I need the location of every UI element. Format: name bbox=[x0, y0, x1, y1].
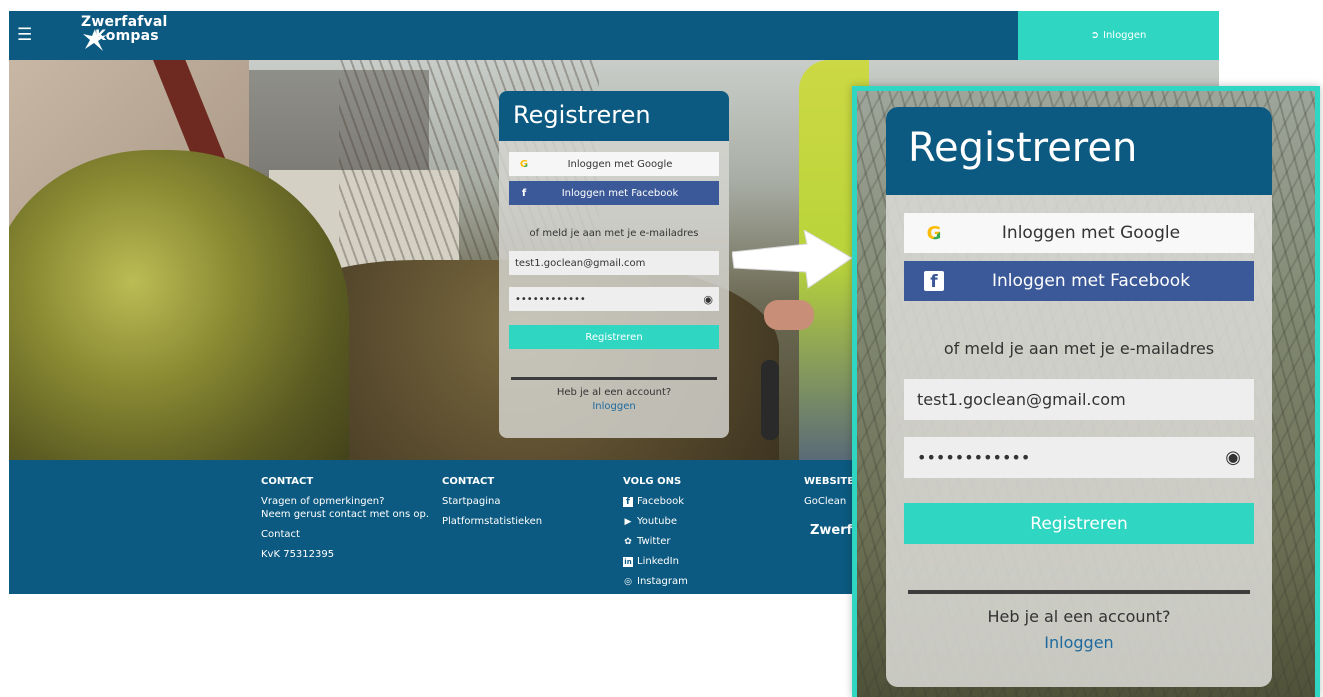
twitter-label: Twitter bbox=[637, 536, 671, 547]
callout-arrow-icon bbox=[732, 230, 852, 289]
instagram-label: Instagram bbox=[637, 576, 688, 587]
zoom-callout: Registreren G Inloggen met Google f Inlo… bbox=[852, 86, 1320, 697]
password-value: •••••••••••• bbox=[515, 293, 586, 305]
youtube-label: Youtube bbox=[637, 516, 677, 527]
google-login-label: Inloggen met Google bbox=[567, 158, 673, 170]
divider bbox=[511, 377, 717, 380]
footer-heading-contact: CONTACT bbox=[261, 476, 314, 487]
register-button-zoomed[interactable]: Registreren bbox=[904, 503, 1254, 544]
header-login-label: Inloggen bbox=[1103, 30, 1147, 41]
instagram-icon: ◎ bbox=[624, 576, 632, 587]
sign-in-icon: ➲ bbox=[1090, 30, 1099, 41]
footer-text: Neem gerust contact met ons op. bbox=[261, 509, 430, 520]
header-login-button[interactable]: ➲ Inloggen bbox=[1018, 11, 1219, 60]
footer-text: Vragen of opmerkingen? bbox=[261, 496, 385, 507]
google-icon: G bbox=[509, 159, 539, 170]
email-value: test1.goclean@gmail.com bbox=[515, 257, 646, 269]
register-label: Registreren bbox=[1030, 513, 1128, 534]
facebook-icon: f bbox=[904, 270, 964, 292]
top-navbar: ☰ Zwerfafval Kompas ➲ Inloggen bbox=[9, 11, 1219, 60]
footer-heading-social: VOLG ONS bbox=[623, 476, 682, 487]
facebook-login-button[interactable]: f Inloggen met Facebook bbox=[509, 181, 719, 205]
register-title-zoomed: Registreren bbox=[886, 107, 1272, 195]
footer-kvk: KvK 75312395 bbox=[261, 549, 335, 560]
register-card: Registreren G Inloggen met Google f Inlo… bbox=[499, 91, 729, 438]
facebook-icon: f bbox=[623, 496, 633, 507]
facebook-icon: f bbox=[521, 187, 527, 199]
footer-link-facebook[interactable]: f Facebook bbox=[623, 495, 688, 508]
facebook-login-button-zoomed[interactable]: f Inloggen met Facebook bbox=[904, 261, 1254, 301]
or-email-text-zoomed: of meld je aan met je e-mailadres bbox=[943, 339, 1215, 358]
google-login-button-zoomed[interactable]: G Inloggen met Google bbox=[904, 213, 1254, 253]
email-input-zoomed[interactable]: test1.goclean@gmail.com bbox=[904, 379, 1254, 420]
measuring-wheel bbox=[761, 360, 779, 440]
password-value: •••••••••••• bbox=[917, 448, 1031, 467]
linkedin-icon: in bbox=[623, 556, 633, 567]
footer-col-website: WEBSITE GoClean bbox=[804, 476, 854, 515]
password-input[interactable]: •••••••••••• ◉ bbox=[509, 287, 719, 311]
facebook-login-label: Inloggen met Facebook bbox=[561, 187, 679, 199]
facebook-login-label: Inloggen met Facebook bbox=[991, 271, 1191, 291]
login-link[interactable]: Inloggen bbox=[499, 401, 729, 412]
eye-icon[interactable]: ◉ bbox=[1225, 447, 1241, 468]
password-input-zoomed[interactable]: •••••••••••• ◉ bbox=[904, 437, 1254, 478]
register-button[interactable]: Registreren bbox=[509, 325, 719, 349]
footer-link-youtube[interactable]: ▶ Youtube bbox=[623, 515, 688, 528]
register-card-zoomed: Registreren G Inloggen met Google f Inlo… bbox=[886, 107, 1272, 687]
footer-col-social: VOLG ONS f Facebook ▶ Youtube ✿ Twitter … bbox=[623, 476, 688, 594]
eye-icon[interactable]: ◉ bbox=[703, 293, 713, 306]
footer-link-twitter[interactable]: ✿ Twitter bbox=[623, 535, 688, 548]
twitter-icon: ✿ bbox=[624, 536, 632, 547]
footer-link-goclean[interactable]: GoClean bbox=[804, 495, 854, 508]
footer-heading-website: WEBSITE bbox=[804, 476, 855, 487]
login-link-zoomed[interactable]: Inloggen bbox=[886, 633, 1272, 652]
google-icon: G bbox=[904, 223, 964, 244]
footer-contact-link[interactable]: Contact bbox=[261, 528, 429, 541]
person-arm bbox=[764, 300, 814, 330]
footer-heading-contact2: CONTACT bbox=[442, 476, 495, 487]
google-login-label: Inloggen met Google bbox=[1001, 223, 1181, 243]
footer-col-contact: CONTACT Vragen of opmerkingen? Neem geru… bbox=[261, 476, 429, 568]
have-account-text: Heb je al een account? bbox=[556, 387, 672, 398]
site-logo[interactable]: Zwerfafval Kompas bbox=[81, 15, 168, 51]
register-label: Registreren bbox=[585, 331, 643, 343]
spark-icon bbox=[83, 29, 107, 51]
or-email-text: of meld je aan met je e-mailadres bbox=[529, 228, 699, 239]
email-value: test1.goclean@gmail.com bbox=[917, 390, 1126, 409]
footer-link-linkedin[interactable]: in LinkedIn bbox=[623, 555, 688, 568]
footer-link-instagram[interactable]: ◎ Instagram bbox=[623, 575, 688, 588]
footer-link-startpagina[interactable]: Startpagina bbox=[442, 495, 542, 508]
register-title: Registreren bbox=[499, 91, 729, 141]
google-login-button[interactable]: G Inloggen met Google bbox=[509, 152, 719, 176]
have-account-text-zoomed: Heb je al een account? bbox=[987, 607, 1171, 626]
footer-col-links: CONTACT Startpagina Platformstatistieken bbox=[442, 476, 542, 535]
hamburger-icon[interactable]: ☰ bbox=[17, 25, 32, 45]
divider-zoomed bbox=[908, 590, 1250, 594]
footer-logo: Zwerf bbox=[810, 523, 853, 538]
youtube-icon: ▶ bbox=[624, 516, 632, 527]
email-input[interactable]: test1.goclean@gmail.com bbox=[509, 251, 719, 275]
facebook-label: Facebook bbox=[637, 496, 684, 507]
footer-link-statistieken[interactable]: Platformstatistieken bbox=[442, 515, 542, 528]
linkedin-label: LinkedIn bbox=[637, 556, 679, 567]
